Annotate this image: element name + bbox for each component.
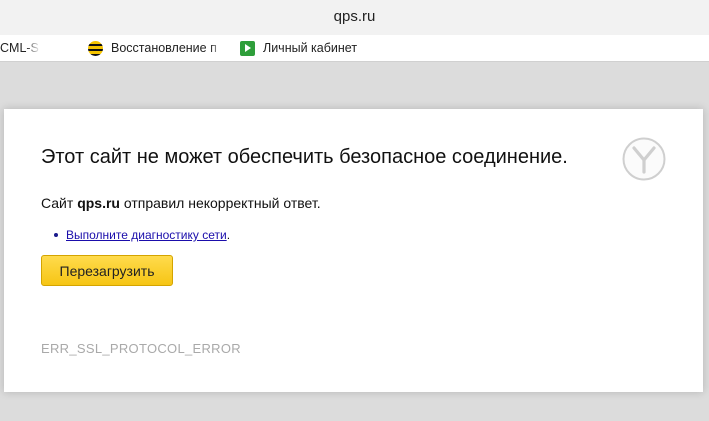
error-card: Этот сайт не может обеспечить безопасное… [4, 109, 703, 392]
error-code: ERR_SSL_PROTOCOL_ERROR [41, 341, 241, 356]
message-site: qps.ru [77, 195, 120, 211]
error-message: Сайт qps.ru отправил некорректный ответ. [41, 195, 321, 211]
bookmark-label: Личный кабинет [263, 41, 358, 55]
message-prefix: Сайт [41, 195, 74, 211]
yandex-browser-logo-icon [622, 137, 666, 181]
suggestion-period: . [226, 228, 231, 242]
bookmark-label: Восстановление п [111, 41, 217, 55]
bookmarks-bar: CML-S Восстановление п Личный кабинет [0, 35, 709, 62]
error-heading: Этот сайт не может обеспечить безопасное… [41, 146, 568, 168]
bookmark-cml[interactable]: CML-S [0, 39, 40, 57]
message-suffix: отправил некорректный ответ. [123, 195, 321, 211]
reload-button[interactable]: Перезагрузить [41, 255, 173, 286]
window-titlebar: qps.ru [0, 0, 709, 35]
green-arrow-icon [240, 40, 255, 56]
window-title: qps.ru [333, 8, 376, 25]
bookmark-label: CML-S [0, 41, 39, 55]
network-diagnostics-link[interactable]: Выполните диагностику сети [66, 228, 227, 242]
bookmark-personal-account[interactable]: Личный кабинет [240, 39, 380, 57]
bookmark-restore[interactable]: Восстановление п [88, 39, 224, 57]
beeline-icon [88, 40, 103, 56]
suggestion-item: Выполните диагностику сети. [53, 228, 231, 242]
